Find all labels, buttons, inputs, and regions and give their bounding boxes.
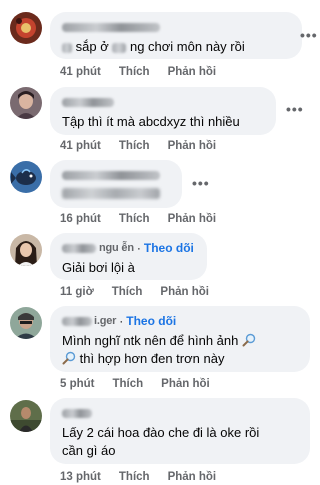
reply-button[interactable]: Phản hồi	[168, 213, 217, 225]
follow-separator: ·	[136, 241, 141, 255]
comment-text: Tập thì ít mà abcdxyz thì nhiều	[62, 114, 240, 129]
commenter-name-suffix[interactable]: ngu ễn	[99, 242, 134, 254]
more-options-icon[interactable]: •••	[286, 101, 304, 117]
like-button[interactable]: Thích	[112, 286, 143, 298]
commenter-name[interactable]	[62, 167, 170, 183]
follow-button[interactable]: Theo dõi	[144, 241, 194, 255]
comment-actions: 11 giờ Thích Phản hồi	[60, 286, 227, 298]
commenter-name[interactable]	[62, 316, 92, 326]
comment-text	[62, 188, 160, 199]
follow-button[interactable]: Theo dõi	[126, 314, 176, 328]
avatar-image	[10, 12, 42, 44]
avatar-image	[10, 234, 42, 266]
comment-time[interactable]: 13 phút	[60, 471, 101, 483]
comment-text: Giải bơi lội à	[62, 260, 135, 275]
avatar[interactable]	[10, 400, 42, 432]
comment-time[interactable]: 11 giờ	[60, 286, 94, 298]
magnifier-emoji-icon	[62, 351, 76, 365]
more-options-icon[interactable]: •••	[192, 175, 210, 191]
comment-bubble: i.ger · Theo dõi Mình nghĩ ntk nên để hì…	[50, 306, 310, 372]
like-button[interactable]: Thích	[119, 213, 150, 225]
comment-actions: 5 phút Thích Phản hồi	[60, 378, 228, 390]
commenter-name[interactable]	[62, 243, 96, 253]
comment-bubble	[50, 160, 182, 208]
comment-bubble: Lấy 2 cái hoa đào che đi là oke rồi cần …	[50, 398, 310, 464]
avatar-image	[10, 307, 42, 339]
commenter-name[interactable]	[62, 94, 264, 110]
avatar-image	[10, 87, 42, 119]
reply-button[interactable]: Phản hồi	[160, 286, 209, 298]
comment-text: Mình nghĩ ntk nên để hình ảnh	[62, 332, 298, 350]
comment-text-line-2: cần gì áo	[62, 443, 116, 458]
commenter-name-row: ngu ễn · Theo dõi	[62, 240, 195, 256]
magnifier-emoji-icon	[242, 333, 256, 347]
like-button[interactable]: Thích	[119, 140, 150, 152]
more-options-icon[interactable]: •••	[300, 27, 318, 43]
avatar-image	[10, 161, 42, 193]
commenter-name[interactable]	[62, 405, 298, 421]
comment-time[interactable]: 16 phút	[60, 213, 101, 225]
comment-actions: 16 phút Thích Phản hồi	[60, 213, 234, 225]
commenter-name-row: i.ger · Theo dõi	[62, 313, 298, 329]
reply-button[interactable]: Phản hồi	[168, 471, 217, 483]
avatar[interactable]	[10, 307, 42, 339]
comment-bubble: Tập thì ít mà abcdxyz thì nhiều	[50, 87, 276, 135]
comment-time[interactable]: 41 phút	[60, 140, 101, 152]
comment-time[interactable]: 41 phút	[60, 66, 101, 78]
avatar[interactable]	[10, 87, 42, 119]
commenter-name[interactable]	[62, 19, 290, 35]
reply-button[interactable]: Phản hồi	[161, 378, 210, 390]
avatar-image	[10, 400, 42, 432]
comment-actions: 41 phút Thích Phản hồi	[60, 140, 234, 152]
comment-text-line-2: thì hợp hơn đen trơn này	[62, 350, 298, 368]
follow-separator: ·	[119, 314, 124, 328]
reply-button[interactable]: Phản hồi	[168, 140, 217, 152]
comment-bubble: sắp ở ng chơi môn này rồi	[50, 12, 302, 59]
comment-time[interactable]: 5 phút	[60, 378, 95, 390]
like-button[interactable]: Thích	[119, 66, 150, 78]
comment-actions: 41 phút Thích Phản hồi	[60, 66, 234, 78]
avatar[interactable]	[10, 12, 42, 44]
comment-text: Lấy 2 cái hoa đào che đi là oke rồi	[62, 425, 260, 440]
avatar[interactable]	[10, 234, 42, 266]
comment-actions: 13 phút Thích Phản hồi	[60, 471, 234, 483]
like-button[interactable]: Thích	[113, 378, 144, 390]
comment-text: sắp ở ng chơi môn này rồi	[62, 38, 290, 56]
reply-button[interactable]: Phản hồi	[168, 66, 217, 78]
comment-bubble: ngu ễn · Theo dõi Giải bơi lội à	[50, 233, 207, 280]
avatar[interactable]	[10, 161, 42, 193]
like-button[interactable]: Thích	[119, 471, 150, 483]
commenter-name-suffix[interactable]: i.ger	[94, 315, 116, 327]
